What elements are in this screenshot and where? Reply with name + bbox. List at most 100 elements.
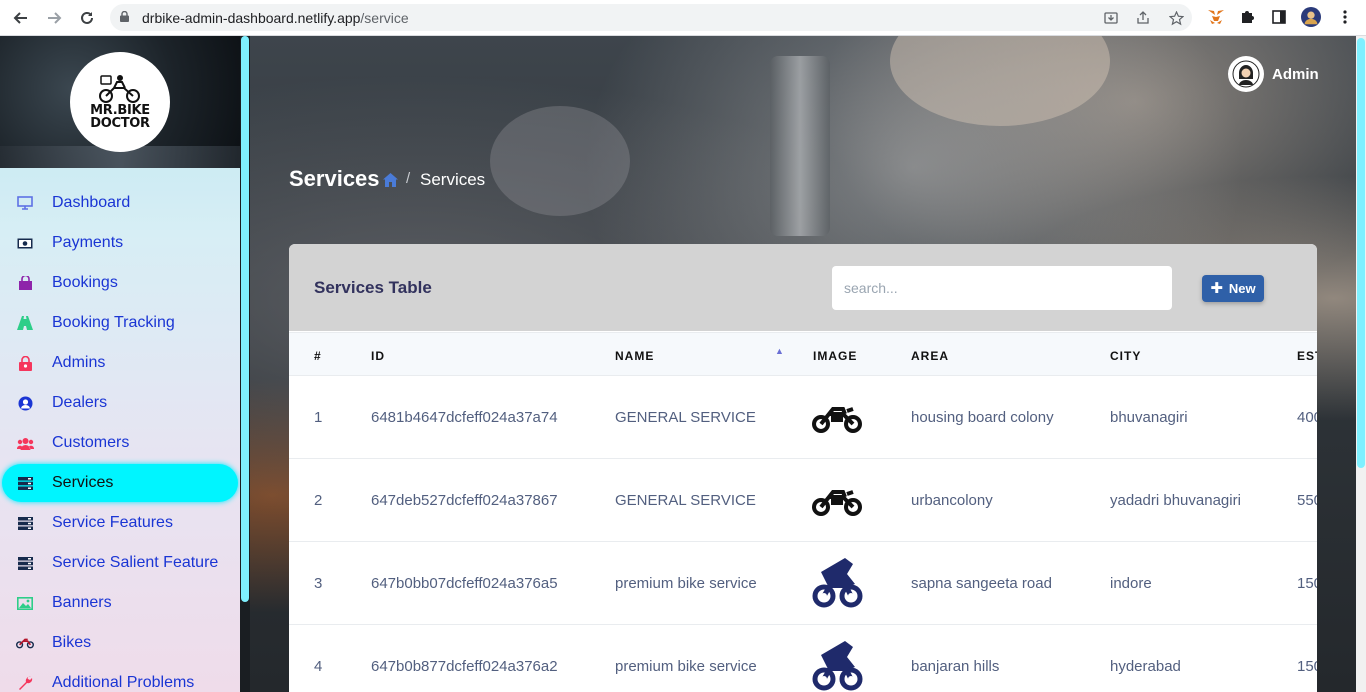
sidebar-item-bookings[interactable]: Bookings	[2, 264, 238, 302]
table-row[interactable]: 3 647b0bb07dcfeff024a376a5 premium bike …	[289, 542, 1317, 625]
row-number: 1	[314, 409, 323, 426]
admin-profile[interactable]: Admin	[1228, 56, 1319, 92]
sidebar-item-label: Banners	[52, 594, 112, 611]
row-name: premium bike service	[615, 658, 757, 675]
page-scrollbar-thumb[interactable]	[1357, 38, 1365, 468]
share-icon[interactable]	[1135, 11, 1151, 25]
metamask-icon[interactable]	[1206, 7, 1226, 27]
row-area: banjaran hills	[911, 658, 1000, 675]
road-icon	[16, 315, 34, 331]
plus-icon: ✚	[1210, 280, 1223, 297]
server-icon	[16, 515, 34, 531]
address-bar[interactable]: drbike-admin-dashboard.netlify.app/servi…	[110, 4, 1192, 31]
sidebar-item-label: Bikes	[52, 634, 92, 651]
engine-part-decoration	[770, 56, 830, 236]
column-header-image[interactable]: IMAGE	[813, 349, 857, 363]
lock-user-icon	[16, 355, 34, 371]
sidebar-item-label: Dealers	[52, 394, 108, 411]
sidebar-item-booking-tracking[interactable]: Booking Tracking	[2, 304, 238, 342]
browser-toolbar: drbike-admin-dashboard.netlify.app/servi…	[0, 0, 1366, 36]
home-icon[interactable]	[383, 173, 398, 187]
chrome-menu-icon[interactable]	[1335, 7, 1355, 27]
column-header-city[interactable]: CITY	[1110, 349, 1141, 363]
row-est: 150	[1297, 575, 1317, 592]
breadcrumb-separator: /	[406, 170, 411, 187]
row-number: 4	[314, 658, 323, 675]
column-header-area[interactable]: AREA	[911, 349, 949, 363]
users-icon	[16, 435, 34, 451]
column-header-number[interactable]: #	[314, 349, 322, 363]
server-icon	[16, 475, 34, 491]
row-est: 150	[1297, 658, 1317, 675]
sidebar-item-label: Customers	[52, 434, 130, 451]
bookmark-star-icon[interactable]	[1168, 10, 1184, 26]
search-input[interactable]	[832, 266, 1172, 310]
admin-name: Admin	[1272, 65, 1319, 83]
row-city: yadadri bhuvanagiri	[1110, 492, 1241, 509]
sidebar-item-label: Additional Problems	[52, 674, 195, 691]
forward-arrow-icon[interactable]	[43, 7, 65, 29]
sidebar-item-customers[interactable]: Customers	[2, 424, 238, 462]
brand-logo[interactable]: MR.BIKE DOCTOR	[70, 52, 170, 152]
sidebar-item-label: Bookings	[52, 274, 118, 291]
reload-icon[interactable]	[76, 7, 98, 29]
row-name: premium bike service	[615, 575, 757, 592]
user-circle-icon	[16, 395, 34, 411]
column-header-est[interactable]: EST	[1297, 349, 1317, 363]
row-id: 647b0b877dcfeff024a376a2	[371, 658, 558, 675]
sidebar-item-label: Dashboard	[52, 194, 131, 211]
url-text: drbike-admin-dashboard.netlify.app/servi…	[142, 10, 409, 26]
sidebar-item-service-salient-feature[interactable]: Service Salient Feature	[2, 544, 238, 582]
engine-part-decoration	[490, 106, 630, 216]
motorcycle-icon	[16, 635, 34, 651]
sort-ascending-icon[interactable]: ▲	[775, 346, 784, 356]
money-icon	[16, 235, 34, 251]
lock-icon	[120, 11, 129, 22]
back-arrow-icon[interactable]	[10, 7, 32, 29]
table-header: # ID NAME ▲ IMAGE AREA CITY EST	[289, 332, 1317, 376]
page-scrollbar[interactable]	[1356, 36, 1366, 692]
row-est: 550	[1297, 492, 1317, 509]
sport-motorcycle-image	[812, 558, 863, 608]
sidebar: MR.BIKE DOCTOR Dashboard Payments Bookin…	[0, 36, 240, 692]
sidebar-item-dashboard[interactable]: Dashboard	[2, 184, 238, 222]
row-id: 647deb527dcfeff024a37867	[371, 492, 558, 509]
motorcycle-rider-logo-icon	[99, 75, 140, 103]
sidebar-item-label: Booking Tracking	[52, 314, 175, 331]
wrench-icon	[16, 675, 34, 691]
sidebar-item-label: Service Features	[52, 514, 173, 531]
table-row[interactable]: 1 6481b4647dcfeff024a37a74 GENERAL SERVI…	[289, 376, 1317, 459]
row-area: urbancolony	[911, 492, 993, 509]
sidebar-item-additional-problems[interactable]: Additional Problems	[2, 664, 238, 692]
new-service-button[interactable]: ✚ New	[1202, 275, 1264, 302]
monitor-icon	[16, 195, 34, 211]
install-icon[interactable]	[1103, 11, 1119, 25]
sidebar-item-service-features[interactable]: Service Features	[2, 504, 238, 542]
row-city: indore	[1110, 575, 1152, 592]
sport-motorcycle-image	[812, 641, 863, 691]
sidebar-item-bikes[interactable]: Bikes	[2, 624, 238, 662]
column-header-id[interactable]: ID	[371, 349, 385, 363]
sidebar-item-payments[interactable]: Payments	[2, 224, 238, 262]
side-panel-icon[interactable]	[1269, 7, 1289, 27]
sidebar-scrollbar[interactable]	[241, 36, 249, 602]
profile-avatar-icon[interactable]	[1301, 7, 1321, 27]
motorcycle-image	[812, 407, 862, 433]
url-path: /service	[360, 10, 409, 26]
sidebar-item-banners[interactable]: Banners	[2, 584, 238, 622]
row-number: 3	[314, 575, 323, 592]
extensions-puzzle-icon[interactable]	[1237, 7, 1257, 27]
sidebar-item-services[interactable]: Services	[2, 464, 238, 502]
main-content: Admin Services / Services Services Table…	[250, 36, 1356, 692]
page-title: Services	[289, 166, 380, 191]
admin-avatar[interactable]	[1228, 56, 1264, 92]
sidebar-item-dealers[interactable]: Dealers	[2, 384, 238, 422]
table-row[interactable]: 4 647b0b877dcfeff024a376a2 premium bike …	[289, 625, 1317, 692]
sidebar-item-admins[interactable]: Admins	[2, 344, 238, 382]
server-icon	[16, 555, 34, 571]
sidebar-item-label: Service Salient Feature	[52, 554, 219, 571]
table-row[interactable]: 2 647deb527dcfeff024a37867 GENERAL SERVI…	[289, 459, 1317, 542]
column-header-name[interactable]: NAME	[615, 349, 654, 363]
sidebar-item-label: Services	[52, 474, 114, 491]
image-icon	[16, 595, 34, 611]
